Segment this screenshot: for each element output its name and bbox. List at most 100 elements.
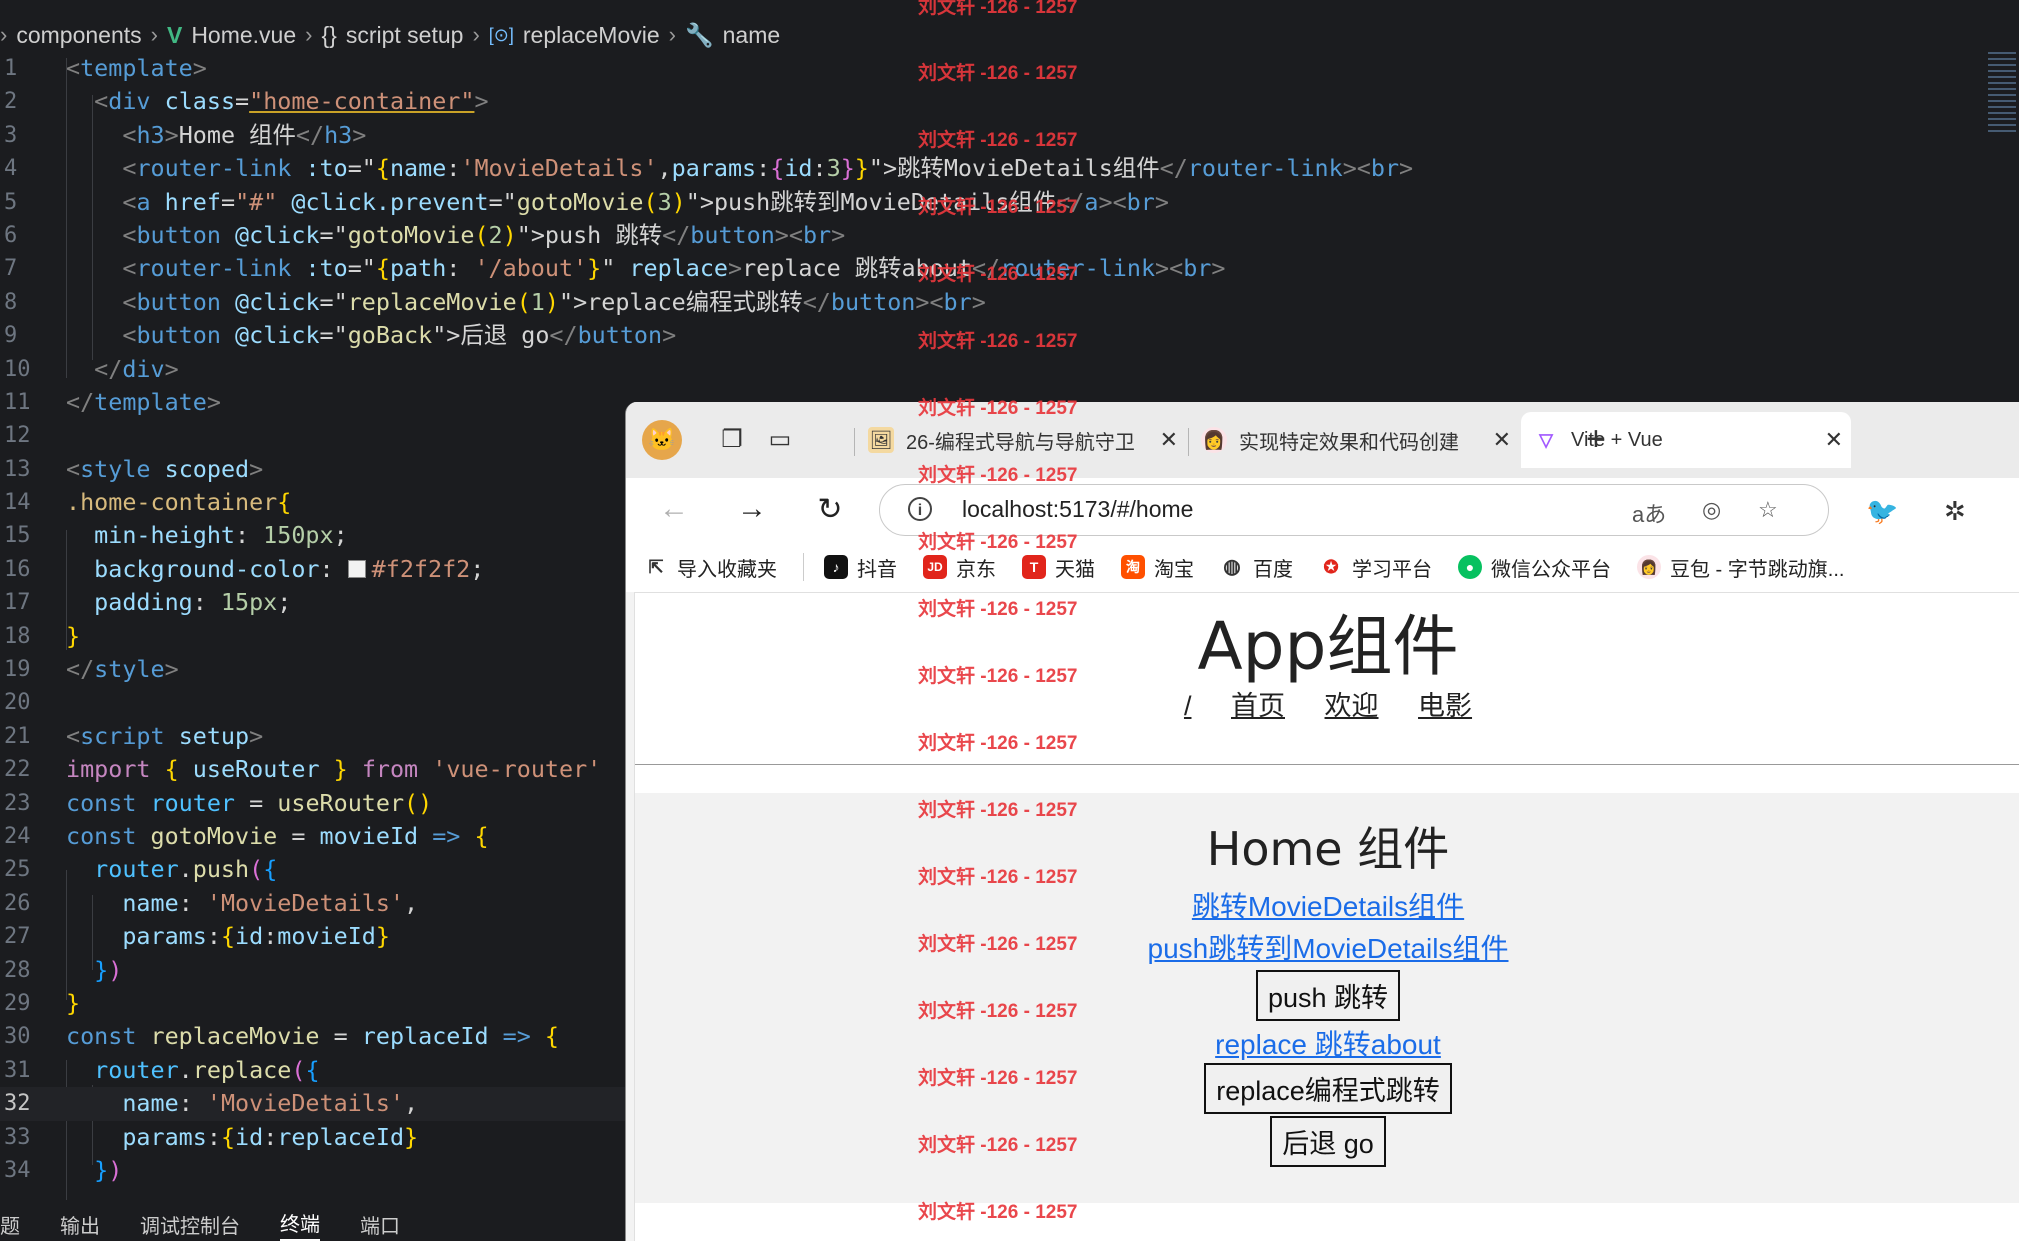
watermark-text: 刘文轩 -126 - 1257 <box>918 398 1078 419</box>
panel-tab-terminal[interactable]: 终端 <box>280 1208 320 1241</box>
new-tab-icon[interactable]: + <box>1586 420 1606 459</box>
code-line-text: <template> <box>66 52 207 85</box>
code-line-text: name: 'MovieDetails', <box>66 887 418 920</box>
code-line-text: <h3>Home 组件</h3> <box>66 119 366 152</box>
tab-title: 实现特定效果和代码创建 <box>1239 431 1459 454</box>
line-number: 24 <box>4 823 31 849</box>
browser-tab[interactable]: 👩 实现特定效果和代码创建 ✕ <box>1189 412 1519 468</box>
code-token: < <box>122 120 137 149</box>
nav-link-root[interactable]: / <box>1184 691 1192 721</box>
browser-tab-active[interactable]: ▽ Vite + Vue ✕ <box>1521 412 1851 468</box>
panel-tab-debug-console[interactable]: 调试控制台 <box>140 1210 240 1239</box>
code-token: > <box>728 254 743 283</box>
code-token: } <box>66 988 81 1017</box>
push-movie-details-link[interactable]: push跳转到MovieDetails组件 <box>1148 933 1509 964</box>
code-token: 跳转MovieDetails组件 <box>897 154 1160 183</box>
app-title: App组件 <box>1197 608 1459 685</box>
close-icon[interactable]: ✕ <box>1825 427 1843 453</box>
code-token: < <box>66 721 81 750</box>
breadcrumb-item-file[interactable]: Home.vue <box>191 22 296 49</box>
breadcrumb-item-function[interactable]: replaceMovie <box>523 22 660 49</box>
bookmark-douyin[interactable]: ♪ 抖音 <box>824 553 897 582</box>
movie-details-link[interactable]: 跳转MovieDetails组件 <box>1192 891 1464 922</box>
nav-link-movie[interactable]: 电影 <box>1418 691 1472 721</box>
copilot-icon[interactable]: ◎ <box>1702 497 1721 523</box>
code-token: ) <box>108 955 123 984</box>
code-token: class <box>164 87 236 116</box>
bookmark-baidu[interactable]: ◍ 百度 <box>1220 553 1293 582</box>
panel-tab-problems[interactable]: 题 <box>0 1210 20 1239</box>
nav-link-home[interactable]: 首页 <box>1231 691 1285 721</box>
forward-arrow-icon[interactable]: → <box>732 492 772 526</box>
code-line: 10 </div> <box>0 353 2019 386</box>
code-token: "home-container" <box>249 87 475 116</box>
extensions-puzzle-icon[interactable]: ✲ <box>1944 496 1966 527</box>
line-number: 1 <box>4 56 18 81</box>
watermark-text: 刘文轩 -126 - 1257 <box>918 867 1078 888</box>
code-token: params <box>122 922 207 951</box>
close-icon[interactable]: ✕ <box>1493 427 1511 453</box>
bookmark-doubao[interactable]: 👩 豆包 - 字节跳动旗... <box>1637 553 1844 582</box>
url-text[interactable]: localhost:5173/#/home <box>962 496 1193 523</box>
info-icon[interactable]: i <box>908 497 932 521</box>
color-swatch[interactable] <box>347 559 366 578</box>
code-token: > <box>662 321 677 350</box>
code-token: { <box>375 254 390 283</box>
replace-button[interactable]: replace编程式跳转 <box>1204 1063 1452 1114</box>
replace-about-link[interactable]: replace 跳转about <box>1215 1029 1441 1060</box>
code-token: , <box>657 154 672 183</box>
refresh-icon[interactable]: ↻ <box>810 492 850 527</box>
code-token: () <box>404 788 433 817</box>
favorite-star-icon[interactable]: ☆ <box>1758 497 1778 523</box>
bookmark-taobao[interactable]: 淘淘宝 <box>1121 553 1194 582</box>
code-token: < <box>66 54 81 82</box>
code-token: template <box>80 54 193 82</box>
code-token: h3 <box>324 120 353 149</box>
code-token: : <box>756 154 771 183</box>
code-token: } <box>404 1122 419 1151</box>
read-aloud-icon[interactable]: aあ <box>1632 497 1666 529</box>
douyin-icon: ♪ <box>824 555 848 579</box>
tab-title: 26-编程式导航与导航守卫 <box>906 431 1135 454</box>
line-number: 12 <box>4 423 31 449</box>
breadcrumb-item-components[interactable]: components <box>16 22 141 49</box>
code-token: > <box>1342 154 1357 183</box>
bookmark-import[interactable]: ⇱ 导入收藏夹 <box>644 553 777 582</box>
nav-link-welcome[interactable]: 欢迎 <box>1325 691 1379 721</box>
code-token: style <box>80 454 151 483</box>
code-token: :to <box>305 154 348 183</box>
breadcrumb-item-property[interactable]: name <box>723 22 781 49</box>
code-token: < <box>1356 154 1371 183</box>
panel-tab-ports[interactable]: 端口 <box>360 1210 400 1239</box>
code-token: "> <box>685 187 714 216</box>
code-token: '/about' <box>474 254 588 283</box>
code-token: : <box>263 1122 278 1151</box>
bookmark-wechat[interactable]: ● 微信公众平台 <box>1458 553 1611 582</box>
vite-favicon-icon: ▽ <box>1539 430 1553 450</box>
push-button[interactable]: push 跳转 <box>1255 970 1401 1021</box>
close-icon[interactable]: ✕ <box>1160 427 1178 453</box>
home-container: Home 组件 跳转MovieDetails组件 push跳转到MovieDet… <box>635 793 2019 1203</box>
panel-tab-output[interactable]: 输出 <box>60 1210 100 1239</box>
profile-avatar-icon[interactable]: 🐱 <box>642 420 682 460</box>
bookmark-study[interactable]: ✪ 学习平台 <box>1319 553 1432 582</box>
code-token: { <box>220 922 236 951</box>
breadcrumb-item-script[interactable]: script setup <box>346 22 464 49</box>
code-token: > <box>249 721 264 750</box>
chevron-right-icon: › <box>150 22 158 47</box>
code-token: 'vue-router' <box>432 755 602 784</box>
bookmark-tmall[interactable]: T 天猫 <box>1022 553 1095 582</box>
code-token: const <box>66 788 137 817</box>
bookmark-label: 天猫 <box>1055 558 1095 581</box>
code-token: params <box>122 1122 207 1151</box>
bookmark-jd[interactable]: JD 京东 <box>923 553 996 582</box>
code-token: .home-container <box>66 488 278 517</box>
code-token: = <box>220 187 236 216</box>
line-number: 14 <box>4 490 31 516</box>
minimap[interactable] <box>1988 52 2016 132</box>
collections-icon[interactable]: ❐ <box>718 426 746 454</box>
back-arrow-icon[interactable]: ← <box>654 492 694 526</box>
extension-bird-icon[interactable]: 🐦 <box>1866 496 1898 527</box>
tab-actions-icon[interactable]: ▭ <box>766 426 794 454</box>
back-button[interactable]: 后退 go <box>1270 1116 1386 1167</box>
